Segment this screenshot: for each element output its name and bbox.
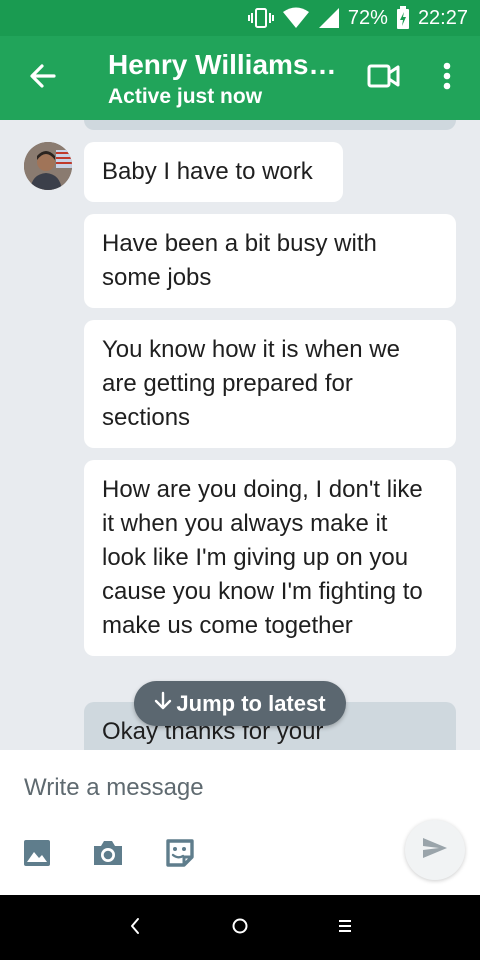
nav-home-button[interactable] (225, 913, 255, 943)
video-call-button[interactable] (364, 60, 404, 96)
message-bubble-received[interactable]: How are you doing, I don't like it when … (84, 460, 456, 656)
avatar[interactable] (24, 142, 72, 190)
more-options-button[interactable] (432, 58, 462, 98)
video-call-icon (367, 63, 401, 94)
back-arrow-icon (28, 62, 56, 95)
message-input[interactable] (24, 770, 384, 806)
message-text: Have been a bit busy with some jobs (102, 230, 377, 291)
previous-message-bubble (84, 120, 456, 130)
arrow-down-icon (154, 691, 172, 717)
message-bubble-received[interactable]: You know how it is when we are getting p… (84, 320, 456, 448)
nav-recents-button[interactable] (330, 913, 360, 943)
clock: 22:27 (417, 6, 468, 29)
battery-icon (396, 6, 410, 30)
message-bubble-received[interactable]: Baby I have to work (84, 142, 343, 202)
message-bubble-received[interactable]: Have been a bit busy with some jobs (84, 214, 456, 308)
vibrate-icon (247, 7, 274, 29)
camera-icon (91, 838, 125, 873)
conversation-header: Henry Williams… Active just now (0, 36, 480, 120)
wifi-icon (282, 7, 310, 29)
message-text: How are you doing, I don't like it when … (102, 476, 423, 639)
contact-title[interactable]: Henry Williams… Active just now (108, 48, 348, 110)
recents-nav-icon (337, 918, 353, 939)
send-button[interactable] (405, 820, 465, 880)
status-bar: 72% 22:27 (0, 0, 480, 36)
jump-to-latest-button[interactable]: Jump to latest (134, 681, 346, 726)
contact-status: Active just now (108, 85, 263, 108)
sticker-icon (164, 837, 196, 874)
back-nav-icon (129, 917, 141, 940)
gallery-button[interactable] (20, 838, 54, 872)
camera-button[interactable] (91, 838, 125, 872)
nav-back-button[interactable] (120, 913, 150, 943)
message-text: Baby I have to work (102, 158, 313, 185)
sticker-button[interactable] (163, 838, 197, 872)
jump-to-latest-label: Jump to latest (176, 690, 326, 716)
send-icon (422, 837, 448, 864)
back-button[interactable] (22, 58, 62, 98)
home-nav-icon (231, 917, 249, 940)
gallery-icon (22, 838, 52, 873)
system-nav-bar (0, 895, 480, 960)
message-composer (0, 750, 480, 895)
contact-name: Henry Williams… (108, 49, 337, 80)
message-text: You know how it is when we are getting p… (102, 336, 400, 431)
message-list[interactable]: Baby I have to work Have been a bit busy… (0, 120, 480, 750)
battery-percent: 72% (347, 6, 388, 29)
signal-icon (318, 7, 340, 29)
more-vert-icon (443, 62, 451, 95)
